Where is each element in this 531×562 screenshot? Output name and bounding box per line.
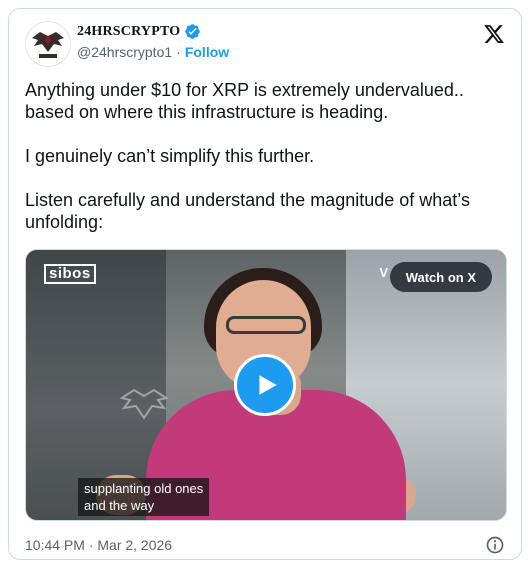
tweet-paragraph-1: Anything under $10 for XRP is extremely … <box>25 80 464 122</box>
video-corner-letter: V <box>379 265 388 280</box>
handle-separator: · <box>176 44 181 60</box>
tweet-timestamp[interactable]: 10:44 PM · Mar 2, 2026 <box>25 537 172 553</box>
tweet-card[interactable]: 24HRSCRYPTO @24hrscrypto1 · Follow Anyth… <box>8 8 522 560</box>
author-avatar[interactable] <box>25 21 71 67</box>
play-button[interactable] <box>234 354 296 416</box>
video-speaker-glasses <box>226 316 306 334</box>
watch-on-x-button[interactable]: Watch on X <box>389 262 492 292</box>
video-caption: supplanting old ones and the way <box>78 478 210 516</box>
winged-logo-icon <box>32 32 64 58</box>
tweet-text: Anything under $10 for XRP is extremely … <box>25 79 507 255</box>
info-icon[interactable] <box>485 535 505 555</box>
verified-badge-icon <box>185 24 201 39</box>
follow-button[interactable]: Follow <box>185 44 229 60</box>
play-icon <box>259 375 277 395</box>
video-player[interactable]: sibos V Watch on X supplanting old ones … <box>25 249 507 521</box>
author-handle[interactable]: @24hrscrypto1 <box>77 44 172 60</box>
watermark-logo-icon <box>119 388 169 420</box>
sibos-brand-label: sibos <box>44 264 96 284</box>
author-display-name[interactable]: 24HRSCRYPTO <box>77 24 180 40</box>
tweet-paragraph-3: Listen carefully and understand the magn… <box>25 190 470 232</box>
x-logo-icon[interactable] <box>483 23 505 45</box>
tweet-paragraph-2: I genuinely can’t simplify this further. <box>25 146 315 166</box>
